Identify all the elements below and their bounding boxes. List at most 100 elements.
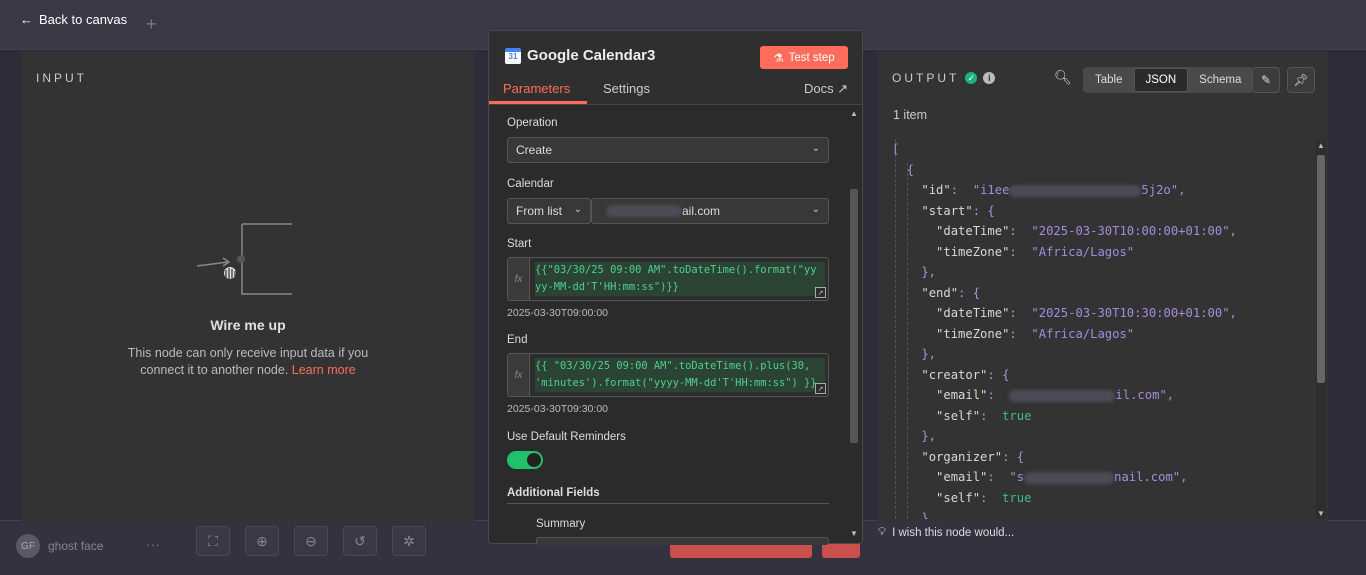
start-expression-input[interactable]: fx {{"03/30/25 09:00 AM".toDateTime().fo… [507, 257, 829, 301]
summary-label: Summary [536, 518, 586, 530]
output-scrollbar[interactable]: ▲ ▼ [1316, 141, 1326, 519]
arrow-left-icon: ← [20, 12, 33, 27]
avatar: GF [16, 534, 40, 558]
scroll-up-icon[interactable]: ▲ [850, 109, 858, 118]
output-title: OUTPUT ✓ i [892, 71, 996, 85]
end-label: End [507, 334, 528, 346]
node-title[interactable]: Google Calendar3 [527, 47, 655, 64]
json-line: "start": { [921, 203, 995, 218]
output-panel: OUTPUT ✓ i 🔍︎ Table JSON Schema ✎ 📌︎ 1 i… [878, 51, 1328, 521]
start-resolved-value: 2025-03-30T09:00:00 [507, 307, 608, 319]
docs-label: Docs [804, 81, 834, 96]
json-viewer[interactable]: [ { "id": "i1ee 5j2o", "start": { "dateTi… [892, 139, 1314, 519]
input-panel: INPUT Wire me up This node can only rece… [22, 51, 474, 521]
node-header: 31 Google Calendar3 ⚗ Test step Paramete… [489, 31, 862, 105]
test-step-label: Test step [788, 51, 835, 64]
json-line: "timeZone": "Africa/Lagos" [936, 244, 1135, 259]
parameters-scrollbar[interactable]: ▲ ▼ [849, 109, 859, 539]
summary-input[interactable] [536, 537, 829, 545]
reminders-label: Use Default Reminders [507, 431, 626, 443]
tab-parameters[interactable]: Parameters [503, 81, 570, 96]
fit-view-icon[interactable]: ⛶ [196, 526, 230, 556]
calendar-mode-value: From list [516, 204, 562, 218]
expand-icon[interactable]: ↗ [815, 287, 826, 298]
pin-icon[interactable]: 📌︎ [1287, 67, 1315, 93]
tab-table[interactable]: Table [1084, 68, 1134, 92]
test-step-button[interactable]: ⚗ Test step [760, 46, 848, 69]
json-line: { [892, 162, 915, 177]
calendar-select[interactable]: ail.com ⌄ [591, 198, 829, 224]
calendar-label: Calendar [507, 178, 554, 190]
end-expression-input[interactable]: fx {{ "03/30/25 09:00 AM".toDateTime().p… [507, 353, 829, 397]
output-title-text: OUTPUT [892, 71, 960, 85]
operation-select[interactable]: Create ⌄ [507, 137, 829, 163]
learn-more-link[interactable]: Learn more [292, 363, 356, 377]
reset-zoom-icon[interactable]: ↺ [343, 526, 377, 556]
json-line: "email": "s nail.com", [936, 470, 1188, 484]
more-options-icon[interactable]: ··· [146, 536, 160, 552]
calendar-mode-select[interactable]: From list ⌄ [507, 198, 591, 224]
google-calendar-icon: 31 [505, 48, 521, 64]
wire-illustration-icon [196, 223, 292, 295]
end-resolved-value: 2025-03-30T09:30:00 [507, 403, 608, 415]
user-menu[interactable]: GF ghost face [16, 534, 103, 558]
active-tab-indicator [489, 101, 587, 104]
json-line: "timeZone": "Africa/Lagos" [936, 326, 1135, 341]
json-line: "email": il.com", [936, 388, 1175, 402]
json-line: "id": "i1ee 5j2o", [921, 183, 1186, 197]
tab-settings[interactable]: Settings [603, 81, 650, 96]
tidy-icon[interactable]: ✲ [392, 526, 426, 556]
json-line: "creator": { [921, 367, 1010, 382]
json-line: }, [892, 511, 937, 519]
zoom-in-icon[interactable]: ⊕ [245, 526, 279, 556]
feedback-link[interactable]: 💡︎ I wish this node would... [878, 526, 1014, 539]
divider [507, 503, 829, 504]
additional-fields-label: Additional Fields [507, 487, 600, 499]
fx-icon: fx [508, 258, 530, 300]
input-title: INPUT [36, 71, 87, 85]
scroll-down-icon[interactable]: ▼ [850, 529, 858, 538]
json-line: "self": true [936, 490, 1032, 505]
start-label: Start [507, 238, 532, 250]
operation-label: Operation [507, 117, 558, 129]
user-name: ghost face [48, 539, 104, 553]
operation-value: Create [516, 143, 553, 157]
back-to-canvas-link[interactable]: ← Back to canvas [20, 12, 127, 27]
tab-schema[interactable]: Schema [1188, 68, 1252, 92]
json-line: }, [892, 265, 937, 279]
scroll-down-icon[interactable]: ▼ [1317, 509, 1325, 518]
chevron-down-icon: ⌄ [811, 143, 820, 154]
node-settings-panel: 31 Google Calendar3 ⚗ Test step Paramete… [488, 30, 863, 545]
empty-state-text: This node can only receive input data if… [112, 345, 384, 379]
json-line: "self": true [936, 408, 1032, 423]
reminders-toggle[interactable] [507, 451, 543, 469]
tab-json[interactable]: JSON [1133, 68, 1189, 92]
json-line: }, [892, 429, 937, 443]
scroll-up-icon[interactable]: ▲ [1317, 141, 1325, 150]
item-count: 1 item [893, 108, 928, 122]
calendar-value: ail.com [682, 204, 721, 218]
edit-pencil-icon[interactable]: ✎ [1252, 67, 1280, 93]
chevron-down-icon: ⌄ [811, 204, 820, 215]
fx-icon: fx [508, 354, 530, 396]
feedback-text: I wish this node would... [892, 526, 1015, 539]
search-icon[interactable]: 🔍︎ [1054, 69, 1072, 86]
redacted-email [606, 205, 682, 217]
zoom-out-icon[interactable]: ⊖ [294, 526, 328, 556]
json-line: }, [892, 347, 937, 361]
back-label: Back to canvas [39, 12, 128, 27]
docs-link[interactable]: Docs ↗ [804, 81, 848, 97]
plus-icon[interactable]: + [146, 14, 157, 35]
view-mode-tabs: Table JSON Schema [1083, 67, 1254, 93]
info-icon[interactable]: i [983, 72, 996, 84]
lightbulb-icon: 💡︎ [878, 526, 887, 538]
json-line: "dateTime": "2025-03-30T10:00:00+01:00", [936, 224, 1237, 238]
expand-icon[interactable]: ↗ [815, 383, 826, 394]
json-line: [ [892, 142, 900, 156]
json-line: "organizer": { [921, 449, 1025, 464]
chevron-down-icon: ⌄ [573, 204, 582, 215]
json-line: "end": { [921, 285, 981, 300]
flask-icon: ⚗ [773, 52, 784, 65]
json-line: "dateTime": "2025-03-30T10:30:00+01:00", [936, 306, 1237, 320]
success-check-icon: ✓ [965, 72, 978, 84]
